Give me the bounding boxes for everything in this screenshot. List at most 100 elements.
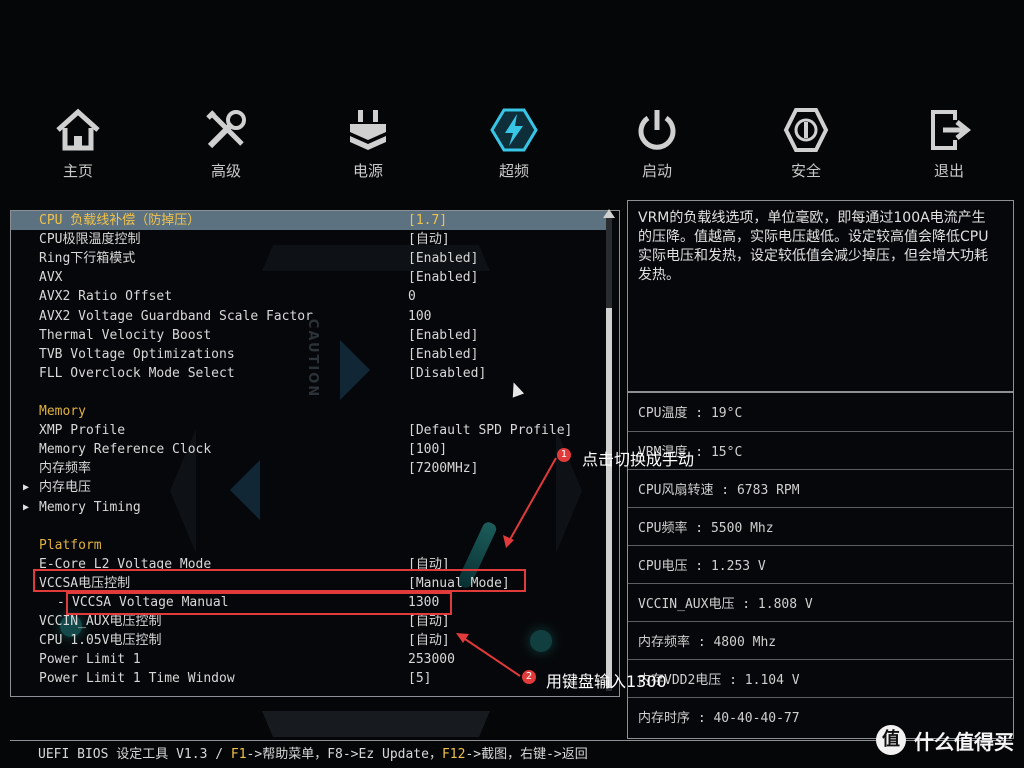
setting-label: Memory Timing xyxy=(39,499,141,515)
cpu-freq-readout: CPU频率 : 5500 Mhz xyxy=(638,521,774,536)
setting-label: CPU 负载线补偿（防掉压） xyxy=(39,213,201,228)
power-plug-icon xyxy=(350,110,386,150)
hardware-monitor-panel: CPU温度 : 19°C VRM温度 : 15°C CPU风扇转速 : 6783… xyxy=(627,392,1014,739)
top-navigation: 主页 高级 电源 超频 启动 安全 退出 xyxy=(0,100,1024,190)
setting-row[interactable]: TVB Voltage Optimizations [Enabled] xyxy=(11,345,607,364)
sub-item-dash: - xyxy=(57,595,65,610)
status-prefix: UEFI BIOS 设定工具 V1.3 / xyxy=(38,747,231,762)
setting-row[interactable]: 内存频率 [7200MHz] xyxy=(11,459,607,478)
setting-row[interactable]: AVX2 Voltage Guardband Scale Factor 100 xyxy=(11,307,607,326)
scroll-up-arrow-icon[interactable] xyxy=(603,209,615,218)
setting-value[interactable]: 253000 xyxy=(408,650,455,669)
setting-value[interactable]: [自动] xyxy=(408,631,450,650)
settings-panel: CAUTION CPU 负载线补偿（防掉压） [1.7] CPU极限温度控制 [自动]… xyxy=(10,210,620,697)
nav-power[interactable]: 电源 xyxy=(318,100,418,181)
setting-label: Power Limit 1 Time Window xyxy=(39,671,235,687)
setting-value[interactable]: [100] xyxy=(408,440,447,459)
setting-label: Thermal Velocity Boost xyxy=(39,327,212,343)
info-row: CPU温度 : 19°C xyxy=(628,393,1013,431)
highlight-box-vccsa-voltage xyxy=(66,592,452,615)
submenu-arrow-icon: ▶ xyxy=(23,501,30,513)
setting-value[interactable]: [1.7] xyxy=(408,211,447,230)
setting-label: CPU极限温度控制 xyxy=(39,232,141,248)
setting-label: 内存电压 xyxy=(39,480,92,496)
setting-value[interactable]: [Enabled] xyxy=(408,326,478,345)
annotation-badge-1: 1 xyxy=(557,448,571,462)
setting-value[interactable]: [Enabled] xyxy=(408,268,478,287)
setting-row[interactable]: Power Limit 1 Time Window [5] xyxy=(11,669,607,688)
info-row: 内存频率 : 4800 Mhz xyxy=(628,621,1013,660)
f12-key: F12 xyxy=(441,747,466,762)
setting-row[interactable]: ▶ Memory Timing xyxy=(11,498,607,517)
cpu-temp-readout: CPU温度 : 19°C xyxy=(638,406,743,421)
setting-value[interactable]: [自动] xyxy=(408,230,450,249)
setting-value[interactable]: [5] xyxy=(408,669,431,688)
help-panel: VRM的负载线选项，单位毫欧，即每通过100A电流产生的压降。值越高，实际电压越… xyxy=(627,200,1014,392)
setting-value[interactable]: [Default SPD Profile] xyxy=(408,421,572,440)
help-text: VRM的负载线选项，单位毫欧，即每通过100A电流产生的压降。值越高，实际电压越… xyxy=(638,210,989,283)
tools-icon xyxy=(206,110,246,149)
annotation-badge-2: 2 xyxy=(522,670,536,684)
setting-value[interactable]: 0 xyxy=(408,287,416,306)
setting-row[interactable]: AVX [Enabled] xyxy=(11,268,607,287)
setting-row[interactable]: CPU 负载线补偿（防掉压） [1.7] xyxy=(11,211,607,230)
nav-boot[interactable]: 启动 xyxy=(607,100,707,181)
setting-value[interactable]: [Disabled] xyxy=(408,364,486,383)
setting-label: AVX2 Voltage Guardband Scale Factor xyxy=(39,308,313,324)
setting-value[interactable]: 100 xyxy=(408,307,431,326)
nav-overclock[interactable]: 超频 xyxy=(464,100,564,181)
f1-key: F1 xyxy=(230,747,247,762)
info-row: CPU频率 : 5500 Mhz xyxy=(628,507,1013,546)
setting-label: Memory xyxy=(39,404,86,419)
setting-row[interactable]: AVX2 Ratio Offset 0 xyxy=(11,287,607,306)
info-row: CPU电压 : 1.253 V xyxy=(628,545,1013,584)
setting-row[interactable]: Memory Reference Clock [100] xyxy=(11,440,607,459)
section-header: Memory xyxy=(11,402,607,421)
cpu-voltage-readout: CPU电压 : 1.253 V xyxy=(638,559,766,574)
setting-label: CPU 1.05V电压控制 xyxy=(39,633,162,649)
info-row: 内存VDD2电压 : 1.104 V xyxy=(628,659,1013,698)
setting-value[interactable]: [7200MHz] xyxy=(408,459,478,478)
mem-freq-readout: 内存频率 : 4800 Mhz xyxy=(638,635,777,650)
scrollbar-thumb[interactable] xyxy=(606,308,612,688)
status-f12-text: ->截图，右键->返回 xyxy=(465,747,588,762)
setting-value[interactable]: [Enabled] xyxy=(408,249,478,268)
setting-row[interactable]: XMP Profile [Default SPD Profile] xyxy=(11,421,607,440)
nav-label: 高级 xyxy=(210,162,241,180)
power-button-icon xyxy=(638,110,676,150)
status-bar: UEFI BIOS 设定工具 V1.3 / F1->帮助菜单，F8->Ez Up… xyxy=(10,740,1012,765)
nav-advanced[interactable]: 高级 xyxy=(176,100,276,181)
nav-home[interactable]: 主页 xyxy=(28,100,128,181)
setting-label: TVB Voltage Optimizations xyxy=(39,346,235,362)
cpu-fan-readout: CPU风扇转速 : 6783 RPM xyxy=(638,483,800,498)
annotation-note-1: 点击切换成手动 xyxy=(582,450,695,469)
status-f1-text: ->帮助菜单，F8->Ez Update， xyxy=(246,747,442,762)
security-icon xyxy=(783,108,829,152)
mem-timing-readout: 内存时序 : 40-40-40-77 xyxy=(638,711,800,726)
setting-row[interactable]: Power Limit 1 253000 xyxy=(11,650,607,669)
nav-label: 电源 xyxy=(352,162,383,180)
home-icon xyxy=(56,108,100,151)
setting-row[interactable]: Thermal Velocity Boost [Enabled] xyxy=(11,326,607,345)
setting-label: XMP Profile xyxy=(39,423,126,439)
setting-label: AVX xyxy=(39,270,63,286)
highlight-box-vccsa-mode xyxy=(33,569,526,592)
section-header: Platform xyxy=(11,536,607,555)
watermark-logo: 值 xyxy=(876,725,906,755)
setting-row[interactable]: CPU 1.05V电压控制 [自动] xyxy=(11,631,607,650)
setting-row[interactable]: Ring下行箱模式 [Enabled] xyxy=(11,249,607,268)
setting-row[interactable]: CPU极限温度控制 [自动] xyxy=(11,230,607,249)
nav-exit[interactable]: 退出 xyxy=(899,100,999,181)
setting-value[interactable]: [Enabled] xyxy=(408,345,478,364)
status-text: UEFI BIOS 设定工具 V1.3 / F1->帮助菜单，F8->Ez Up… xyxy=(38,743,588,762)
nav-label: 超频 xyxy=(498,162,529,180)
watermark-text: 什么值得买 xyxy=(914,729,1014,754)
setting-row[interactable]: ▶ 内存电压 xyxy=(11,478,607,497)
setting-label: Ring下行箱模式 xyxy=(39,251,136,267)
nav-security[interactable]: 安全 xyxy=(756,100,856,181)
info-row: CPU风扇转速 : 6783 RPM xyxy=(628,469,1013,508)
nav-label: 安全 xyxy=(790,162,821,180)
watermark: 值 什么值得买 xyxy=(876,725,1014,755)
setting-label: AVX2 Ratio Offset xyxy=(39,289,173,305)
nav-label: 退出 xyxy=(933,162,964,180)
